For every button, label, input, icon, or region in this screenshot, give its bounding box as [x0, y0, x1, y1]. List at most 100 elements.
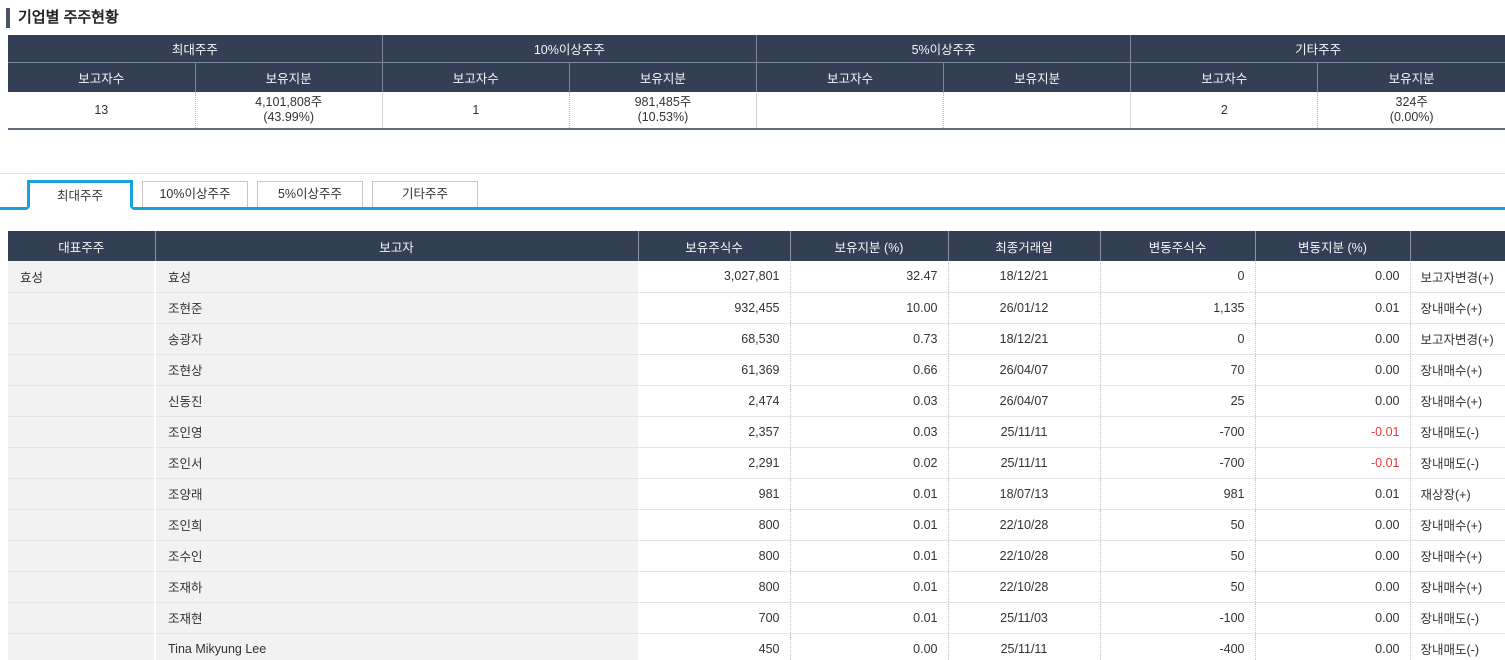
cell-representative — [8, 540, 155, 571]
cell-reporter: 조재하 — [155, 571, 638, 602]
summary-holding: 981,485주 (10.53%) — [569, 92, 756, 129]
cell-representative — [8, 633, 155, 660]
summary-holding-shares: 981,485주 — [570, 95, 756, 110]
cell-changed-ratio: 0.00 — [1255, 571, 1410, 602]
cell-representative — [8, 323, 155, 354]
cell-shares-held: 3,027,801 — [638, 261, 790, 292]
cell-change-type: 보고자변경(+) — [1410, 323, 1505, 354]
cell-reporter: 조재현 — [155, 602, 638, 633]
cell-shares-held: 932,455 — [638, 292, 790, 323]
cell-representative — [8, 354, 155, 385]
tab-other-shareholders[interactable]: 기타주주 — [372, 181, 478, 207]
shareholder-tabs: 최대주주 10%이상주주 5%이상주주 기타주주 — [0, 180, 1505, 210]
header-change-type — [1410, 231, 1505, 261]
summary-holding: 324주 (0.00%) — [1318, 92, 1505, 129]
table-row: 조인서 2,291 0.02 25/11/11 -700 -0.01 장내매도(… — [8, 447, 1505, 478]
cell-last-trade-date: 22/10/28 — [948, 540, 1100, 571]
table-row: Tina Mikyung Lee 450 0.00 25/11/11 -400 … — [8, 633, 1505, 660]
cell-change-type: 보고자변경(+) — [1410, 261, 1505, 292]
cell-holding-ratio: 0.01 — [790, 540, 948, 571]
cell-change-type: 장내매수(+) — [1410, 571, 1505, 602]
cell-change-type: 재상장(+) — [1410, 478, 1505, 509]
cell-change-type: 장내매도(-) — [1410, 447, 1505, 478]
cell-change-type: 장내매도(-) — [1410, 416, 1505, 447]
cell-changed-ratio: 0.00 — [1255, 633, 1410, 660]
cell-changed-shares: -100 — [1100, 602, 1255, 633]
cell-representative — [8, 292, 155, 323]
summary-header-holdings: 보유지분 — [944, 62, 1131, 92]
summary-header-reporters: 보고자수 — [757, 62, 944, 92]
cell-changed-ratio: -0.01 — [1255, 447, 1410, 478]
cell-reporter: 효성 — [155, 261, 638, 292]
cell-shares-held: 800 — [638, 571, 790, 602]
cell-representative — [8, 602, 155, 633]
cell-reporter: 조양래 — [155, 478, 638, 509]
cell-reporter: 조수인 — [155, 540, 638, 571]
cell-changed-shares: -700 — [1100, 447, 1255, 478]
cell-last-trade-date: 25/11/11 — [948, 447, 1100, 478]
summary-reporter-count: 1 — [382, 92, 569, 129]
cell-changed-shares: 50 — [1100, 540, 1255, 571]
cell-holding-ratio: 0.01 — [790, 602, 948, 633]
summary-header-reporters: 보고자수 — [8, 62, 195, 92]
summary-holding-shares: 324주 — [1318, 95, 1505, 110]
page-title: 기업별 주주현황 — [6, 8, 1505, 28]
header-holding-ratio: 보유지분 (%) — [790, 231, 948, 261]
cell-changed-shares: -700 — [1100, 416, 1255, 447]
header-shares-held: 보유주식수 — [638, 231, 790, 261]
header-representative: 대표주주 — [8, 231, 155, 261]
detail-header-row: 대표주주 보고자 보유주식수 보유지분 (%) 최종거래일 변동주식수 변동지분… — [8, 231, 1505, 261]
cell-shares-held: 800 — [638, 509, 790, 540]
cell-last-trade-date: 25/11/11 — [948, 416, 1100, 447]
cell-representative — [8, 509, 155, 540]
table-row: 조재현 700 0.01 25/11/03 -100 0.00 장내매도(-) — [8, 602, 1505, 633]
shareholder-detail-table: 대표주주 보고자 보유주식수 보유지분 (%) 최종거래일 변동주식수 변동지분… — [8, 231, 1505, 660]
cell-shares-held: 700 — [638, 602, 790, 633]
cell-holding-ratio: 10.00 — [790, 292, 948, 323]
summary-header-reporters: 보고자수 — [382, 62, 569, 92]
cell-change-type: 장내매수(+) — [1410, 540, 1505, 571]
table-row: 조현상 61,369 0.66 26/04/07 70 0.00 장내매수(+) — [8, 354, 1505, 385]
cell-representative — [8, 385, 155, 416]
tab-largest-shareholder[interactable]: 최대주주 — [27, 180, 133, 210]
cell-shares-held: 61,369 — [638, 354, 790, 385]
header-changed-shares: 변동주식수 — [1100, 231, 1255, 261]
cell-change-type: 장내매도(-) — [1410, 602, 1505, 633]
cell-changed-shares: 0 — [1100, 261, 1255, 292]
cell-changed-shares: 50 — [1100, 571, 1255, 602]
cell-reporter: 조인희 — [155, 509, 638, 540]
cell-last-trade-date: 26/04/07 — [948, 354, 1100, 385]
table-row: 조인희 800 0.01 22/10/28 50 0.00 장내매수(+) — [8, 509, 1505, 540]
tab-10pct-shareholders[interactable]: 10%이상주주 — [142, 181, 248, 207]
cell-reporter: 신동진 — [155, 385, 638, 416]
cell-change-type: 장내매수(+) — [1410, 292, 1505, 323]
cell-last-trade-date: 25/11/11 — [948, 633, 1100, 660]
cell-holding-ratio: 0.02 — [790, 447, 948, 478]
cell-shares-held: 981 — [638, 478, 790, 509]
cell-last-trade-date: 22/10/28 — [948, 571, 1100, 602]
cell-changed-ratio: 0.00 — [1255, 602, 1410, 633]
cell-change-type: 장내매수(+) — [1410, 385, 1505, 416]
cell-reporter: 조현상 — [155, 354, 638, 385]
cell-last-trade-date: 18/07/13 — [948, 478, 1100, 509]
cell-shares-held: 800 — [638, 540, 790, 571]
cell-reporter: Tina Mikyung Lee — [155, 633, 638, 660]
cell-representative — [8, 416, 155, 447]
cell-changed-ratio: 0.00 — [1255, 540, 1410, 571]
cell-changed-shares: 70 — [1100, 354, 1255, 385]
cell-changed-shares: 0 — [1100, 323, 1255, 354]
shareholder-summary-table: 최대주주 10%이상주주 5%이상주주 기타주주 보고자수 보유지분 보고자수 … — [8, 35, 1505, 130]
summary-header-holdings: 보유지분 — [1318, 62, 1505, 92]
summary-holding-pct: (0.00%) — [1318, 110, 1505, 125]
summary-holding — [944, 92, 1131, 129]
cell-holding-ratio: 0.03 — [790, 416, 948, 447]
section-divider — [0, 173, 1505, 174]
table-row: 신동진 2,474 0.03 26/04/07 25 0.00 장내매수(+) — [8, 385, 1505, 416]
summary-holding: 4,101,808주 (43.99%) — [195, 92, 382, 129]
cell-changed-shares: 25 — [1100, 385, 1255, 416]
summary-header-holdings: 보유지분 — [195, 62, 382, 92]
summary-group-over-5pct: 5%이상주주 — [757, 35, 1131, 62]
cell-representative — [8, 447, 155, 478]
tab-5pct-shareholders[interactable]: 5%이상주주 — [257, 181, 363, 207]
cell-change-type: 장내매수(+) — [1410, 509, 1505, 540]
